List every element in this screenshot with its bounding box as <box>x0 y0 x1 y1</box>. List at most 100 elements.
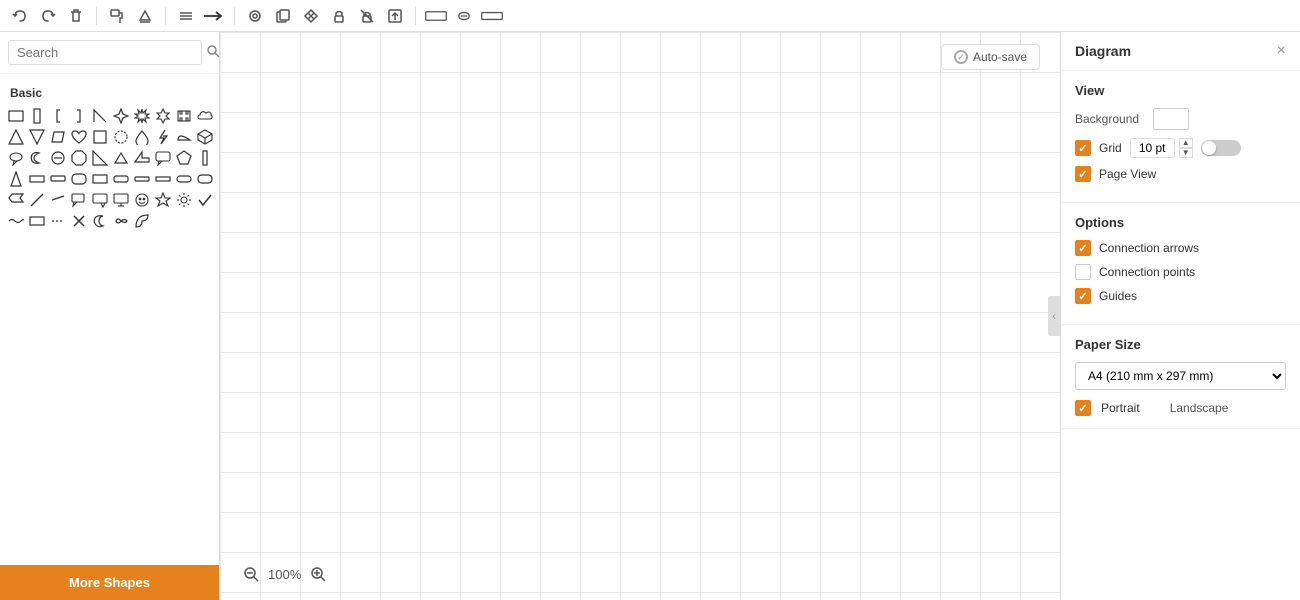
shape-square[interactable] <box>90 127 110 147</box>
shape-rect-flat[interactable] <box>111 169 131 189</box>
shape-corner[interactable] <box>90 106 110 126</box>
copy-style-button[interactable] <box>271 4 295 28</box>
shape-speech-bubble[interactable] <box>153 148 173 168</box>
page-view-checkbox[interactable]: ✓ <box>1075 166 1091 182</box>
shape-pentagon[interactable] <box>174 148 194 168</box>
zoom-in-button[interactable] <box>307 563 329 585</box>
shape-monitor[interactable] <box>111 190 131 210</box>
background-color-swatch[interactable] <box>1153 108 1189 130</box>
shape-rectangle[interactable] <box>6 106 26 126</box>
shape-callout-rect[interactable] <box>69 190 89 210</box>
shape-line-diag[interactable] <box>27 190 47 210</box>
more-shapes-button[interactable]: More Shapes <box>0 565 219 600</box>
grid-increment-button[interactable]: ▲ <box>1179 138 1193 148</box>
collapse-handle[interactable]: ‹ <box>1048 296 1060 336</box>
shape-star5[interactable] <box>153 190 173 210</box>
shape-octagon[interactable] <box>69 148 89 168</box>
fill-button[interactable] <box>133 4 157 28</box>
shape-stadium[interactable] <box>195 169 215 189</box>
clear-style-button[interactable] <box>299 4 323 28</box>
shape-starburst[interactable] <box>132 106 152 126</box>
grid-spinner: ▲ ▼ <box>1179 138 1193 158</box>
shape-circle-dashed[interactable] <box>111 127 131 147</box>
export-button[interactable] <box>383 4 407 28</box>
guides-row: ✓ Guides <box>1075 288 1286 304</box>
grid-row: ✓ Grid ▲ ▼ <box>1075 138 1286 158</box>
undo-button[interactable] <box>8 4 32 28</box>
grid-background <box>220 32 1060 600</box>
shape-rect-wide3[interactable] <box>153 169 173 189</box>
shape-cloud[interactable] <box>195 106 215 126</box>
shape-bracket-right[interactable] <box>69 106 89 126</box>
shape-pill[interactable] <box>174 169 194 189</box>
shape-check[interactable] <box>195 190 215 210</box>
guides-checkbox[interactable]: ✓ <box>1075 288 1091 304</box>
shape-right-triangle[interactable] <box>90 148 110 168</box>
shape-rect-frame[interactable] <box>27 211 47 231</box>
lines-button[interactable] <box>174 4 198 28</box>
portrait-checkbox[interactable]: ✓ <box>1075 400 1091 416</box>
connection-arrows-checkbox[interactable]: ✓ <box>1075 240 1091 256</box>
shape-box-button[interactable] <box>424 4 448 28</box>
grid-decrement-button[interactable]: ▼ <box>1179 148 1193 158</box>
shape-bracket-left[interactable] <box>48 106 68 126</box>
format-painter-button[interactable] <box>105 4 129 28</box>
shape-no-entry[interactable] <box>48 148 68 168</box>
shape-triangle[interactable] <box>6 127 26 147</box>
paper-size-select[interactable]: A4 (210 mm x 297 mm) Letter (216 mm x 27… <box>1075 362 1286 390</box>
shape-rect-wide2[interactable] <box>90 169 110 189</box>
shape-triangle-down[interactable] <box>27 127 47 147</box>
shape-heart[interactable] <box>69 127 89 147</box>
shape-pac-arc[interactable] <box>111 211 131 231</box>
text-box-button[interactable] <box>480 4 504 28</box>
shape-callout-oval[interactable] <box>6 148 26 168</box>
shape-isosceles[interactable] <box>6 169 26 189</box>
shape-line-straight[interactable] <box>48 190 68 210</box>
shape-flowshape[interactable] <box>6 190 26 210</box>
arrow-right-button[interactable] <box>202 4 226 28</box>
search-input[interactable] <box>8 40 202 65</box>
grid-checkbox[interactable]: ✓ <box>1075 140 1091 156</box>
connection-points-checkbox[interactable] <box>1075 264 1091 280</box>
grid-pt-input[interactable] <box>1130 138 1175 158</box>
autosave-button[interactable]: ✓ Auto-save <box>941 44 1040 70</box>
shape-x[interactable] <box>69 211 89 231</box>
shape-rect-narrow[interactable] <box>132 169 152 189</box>
shape-drop[interactable] <box>132 127 152 147</box>
shape-callout2[interactable] <box>90 190 110 210</box>
delete-button[interactable] <box>64 4 88 28</box>
shape-small-triangle[interactable] <box>111 148 131 168</box>
zoom-out-button[interactable] <box>240 563 262 585</box>
search-button[interactable] <box>206 44 220 61</box>
shape-tall-rect[interactable] <box>27 106 47 126</box>
shape-lightning[interactable] <box>153 127 173 147</box>
lock1-button[interactable] <box>327 4 351 28</box>
link-button[interactable] <box>452 4 476 28</box>
shape-smiley[interactable] <box>132 190 152 210</box>
shape-short-rect[interactable] <box>48 169 68 189</box>
redo-button[interactable] <box>36 4 60 28</box>
shape-star6[interactable] <box>153 106 173 126</box>
shape-filmstrip[interactable] <box>174 106 194 126</box>
shape-circle-arc[interactable] <box>132 211 152 231</box>
shape-wide-rect[interactable] <box>27 169 47 189</box>
search-bar <box>0 32 219 74</box>
shape-semicircle[interactable] <box>174 127 194 147</box>
shape-moon[interactable] <box>90 211 110 231</box>
view-section: View Background ✓ Grid ▲ ▼ <box>1061 71 1300 203</box>
shape-wave[interactable] <box>6 211 26 231</box>
shape-cube[interactable] <box>195 127 215 147</box>
shape-crescent[interactable] <box>27 148 47 168</box>
waypoint-button[interactable] <box>243 4 267 28</box>
shape-tall-narrow[interactable] <box>195 148 215 168</box>
shape-dash-line[interactable] <box>48 211 68 231</box>
shape-parallelogram[interactable] <box>48 127 68 147</box>
shape-sun[interactable] <box>174 190 194 210</box>
shape-arrow-triangle[interactable] <box>132 148 152 168</box>
shape-rounded-rect[interactable] <box>69 169 89 189</box>
shape-star4[interactable] <box>111 106 131 126</box>
diagram-close-button[interactable]: × <box>1277 42 1286 60</box>
lock2-button[interactable] <box>355 4 379 28</box>
grid-toggle[interactable] <box>1201 140 1241 156</box>
canvas-area[interactable]: ✓ Auto-save 100% ‹ <box>220 32 1060 600</box>
